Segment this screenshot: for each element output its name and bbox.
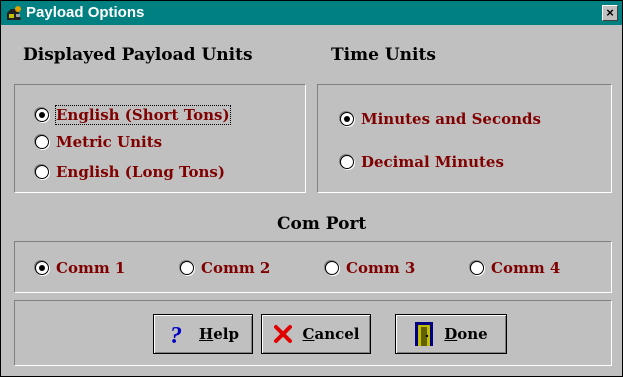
radio-label: Comm 4 [491, 259, 561, 277]
close-button[interactable]: × [602, 5, 618, 21]
radio-button[interactable] [340, 155, 354, 169]
time-units-group: Minutes and Seconds Decimal Minutes [317, 84, 612, 193]
time-option-min-sec[interactable]: Minutes and Seconds [340, 110, 541, 128]
radio-label: English (Short Tons) [55, 105, 231, 125]
button-bar: ? Help Cancel Done [14, 300, 612, 366]
payload-options-dialog: Payload Options × Displayed Payload Unit… [0, 0, 623, 377]
payload-units-group: English (Short Tons) Metric Units Englis… [14, 84, 306, 193]
radio-button-checked[interactable] [340, 112, 354, 126]
payload-option-metric[interactable]: Metric Units [35, 133, 162, 151]
radio-label: Comm 3 [346, 259, 416, 277]
radio-button[interactable] [35, 135, 49, 149]
red-x-icon [273, 325, 292, 343]
com-port-option-2[interactable]: Comm 2 [180, 259, 270, 277]
done-button[interactable]: Done [395, 314, 507, 354]
svg-text:?: ? [170, 323, 182, 346]
com-port-heading: Com Port [277, 214, 367, 234]
com-port-option-1[interactable]: Comm 1 [35, 259, 125, 277]
payload-option-long-tons[interactable]: English (Long Tons) [35, 163, 225, 181]
com-port-group: Comm 1 Comm 2 Comm 3 Comm 4 [14, 241, 612, 293]
cancel-button-label: Cancel [302, 325, 360, 343]
com-port-option-4[interactable]: Comm 4 [470, 259, 560, 277]
close-icon: × [606, 5, 614, 20]
door-icon [415, 322, 434, 346]
question-icon: ? [170, 323, 182, 346]
radio-label: Comm 1 [56, 259, 126, 277]
payload-units-heading: Displayed Payload Units [23, 45, 253, 65]
time-units-heading: Time Units [331, 45, 436, 65]
com-port-option-3[interactable]: Comm 3 [325, 259, 415, 277]
radio-label: English (Long Tons) [56, 163, 225, 181]
done-button-label: Done [444, 325, 488, 343]
radio-button[interactable] [325, 261, 339, 275]
time-option-decimal[interactable]: Decimal Minutes [340, 153, 504, 171]
cancel-button[interactable]: Cancel [261, 314, 371, 354]
radio-label: Minutes and Seconds [361, 110, 541, 128]
title-bar[interactable]: Payload Options × [1, 1, 622, 25]
help-button-label: Help [199, 325, 239, 343]
radio-label: Metric Units [56, 133, 163, 151]
radio-button[interactable] [180, 261, 194, 275]
radio-button-checked[interactable] [35, 108, 49, 122]
window-title: Payload Options [26, 4, 145, 21]
radio-button-checked[interactable] [35, 261, 49, 275]
radio-label: Decimal Minutes [361, 153, 504, 171]
app-icon [5, 4, 23, 22]
help-button[interactable]: ? Help [153, 314, 253, 354]
payload-option-short-tons[interactable]: English (Short Tons) [35, 105, 231, 125]
radio-label: Comm 2 [201, 259, 271, 277]
radio-button[interactable] [35, 165, 49, 179]
radio-button[interactable] [470, 261, 484, 275]
